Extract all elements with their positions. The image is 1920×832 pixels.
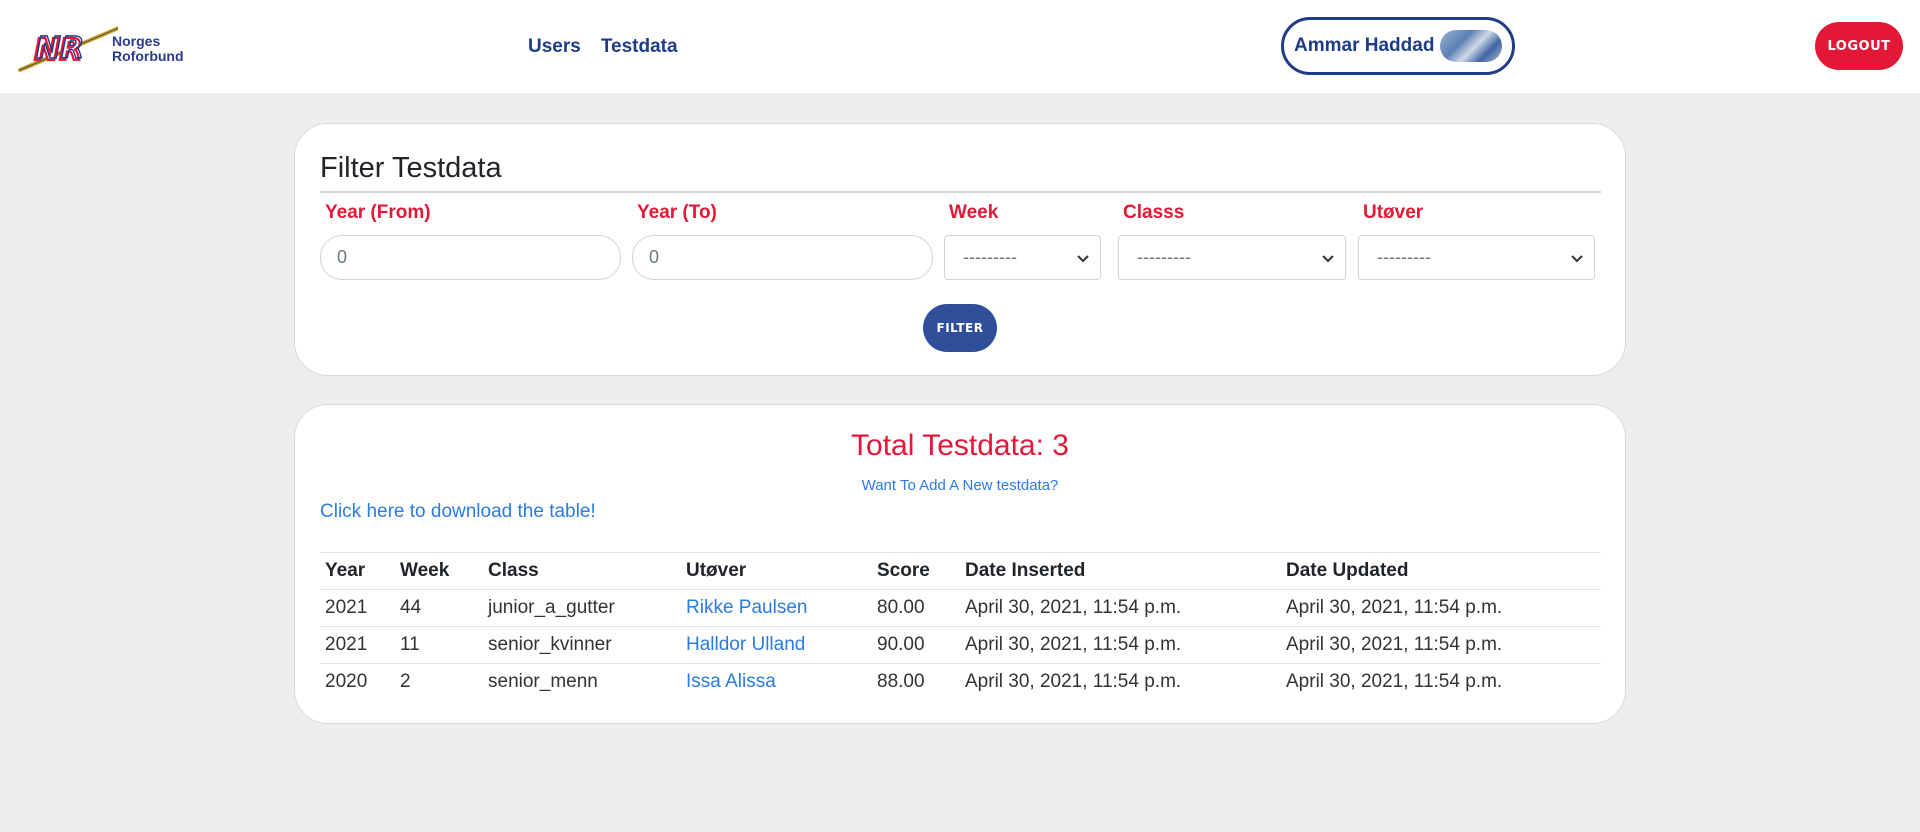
cell-date-updated: April 30, 2021, 11:54 p.m.: [1281, 589, 1601, 627]
oar-logo-icon: NR NR: [18, 26, 118, 72]
cell-year: 2020: [325, 671, 368, 693]
chevron-down-icon: [1571, 255, 1583, 263]
utover-link[interactable]: Halldor Ulland: [686, 634, 805, 655]
nav-link-testdata[interactable]: Testdata: [601, 36, 678, 58]
cell-score: 90.00: [872, 626, 960, 664]
column-header[interactable]: Week: [395, 552, 483, 590]
cell-date-inserted: April 30, 2021, 11:54 p.m.: [960, 589, 1281, 627]
cell-score: 80.00: [872, 589, 960, 627]
utover-group: Utøver ---------: [1358, 202, 1595, 280]
column-header[interactable]: Utøver: [681, 552, 872, 590]
year-to-input[interactable]: [632, 235, 933, 280]
filter-divider: [320, 191, 1601, 193]
cell-week: 44: [395, 589, 483, 627]
classs-group: Classs ---------: [1118, 202, 1346, 280]
column-header[interactable]: Date Updated: [1281, 552, 1601, 590]
table-row: 2020 2 senior_menn Issa Alissa 88.00 Apr…: [320, 664, 1601, 701]
utover-selected-value: ---------: [1377, 247, 1431, 267]
download-table-link[interactable]: Click here to download the table!: [320, 501, 596, 523]
cell-utover: Rikke Paulsen: [681, 589, 872, 627]
classs-select[interactable]: ---------: [1118, 235, 1346, 280]
column-header[interactable]: Score: [872, 552, 960, 590]
week-selected-value: ---------: [963, 247, 1017, 267]
cell-class: junior_a_gutter: [483, 589, 681, 627]
classs-selected-value: ---------: [1137, 247, 1191, 267]
week-label: Week: [949, 202, 999, 223]
avatar: [1440, 30, 1503, 62]
brand-name: Norges Roforbund: [112, 34, 184, 64]
utover-link[interactable]: Rikke Paulsen: [686, 597, 807, 618]
column-header[interactable]: Date Inserted: [960, 552, 1281, 590]
cell-year: 2021: [320, 626, 395, 664]
column-header[interactable]: Year: [320, 552, 395, 590]
year-from-input[interactable]: [320, 235, 621, 280]
brand-line-2: Roforbund: [112, 48, 184, 64]
cell-utover: Issa Alissa: [681, 664, 872, 701]
cell-date-inserted: April 30, 2021, 11:54 p.m.: [960, 626, 1281, 664]
main-nav: Users Testdata: [528, 36, 678, 58]
week-select[interactable]: ---------: [944, 235, 1101, 280]
classs-label: Classs: [1123, 202, 1185, 223]
cell-utover: Halldor Ulland: [681, 626, 872, 664]
chevron-down-icon: [1077, 255, 1089, 263]
brand-line-1: Norges: [112, 33, 161, 49]
cell-week: 2: [400, 671, 411, 693]
cell-date-updated: April 30, 2021, 11:54 p.m.: [1286, 671, 1503, 693]
cell-score: 88.00: [877, 671, 925, 693]
table-row: 2021 44 junior_a_gutter Rikke Paulsen 80…: [320, 589, 1601, 627]
cell-class: senior_kvinner: [483, 626, 681, 664]
utover-label: Utøver: [1363, 202, 1424, 223]
year-from-group: Year (From): [320, 202, 621, 280]
top-navbar: NR NR Norges Roforbund Users Testdata Am…: [0, 0, 1920, 93]
column-header[interactable]: Class: [483, 552, 681, 590]
testdata-table: Year Week Class Utøver Score Date Insert…: [320, 552, 1601, 701]
svg-text:NR: NR: [36, 31, 84, 66]
nav-link-users[interactable]: Users: [528, 36, 581, 58]
utover-select[interactable]: ---------: [1358, 235, 1595, 280]
user-name: Ammar Haddad: [1294, 35, 1435, 56]
cell-class: senior_menn: [488, 671, 598, 693]
year-to-label: Year (To): [637, 202, 717, 223]
cell-date-updated: April 30, 2021, 11:54 p.m.: [1281, 626, 1601, 664]
add-testdata-link-text[interactable]: Want To Add A New testdata?: [862, 477, 1059, 494]
week-group: Week ---------: [944, 202, 1101, 280]
table-row: 2021 11 senior_kvinner Halldor Ulland 90…: [320, 626, 1601, 664]
utover-link[interactable]: Issa Alissa: [686, 671, 776, 692]
cell-year: 2021: [320, 589, 395, 627]
add-testdata-link: Want To Add A New testdata?: [295, 477, 1625, 494]
chevron-down-icon: [1322, 255, 1334, 263]
user-profile-button[interactable]: Ammar Haddad: [1281, 17, 1515, 75]
total-count-title: Total Testdata: 3: [851, 429, 1069, 462]
brand-logo[interactable]: NR NR Norges Roforbund: [18, 18, 203, 74]
filter-card: Filter Testdata Year (From) Year (To) We…: [294, 123, 1626, 376]
filter-button[interactable]: FILTER: [923, 304, 997, 352]
year-to-group: Year (To): [632, 202, 933, 280]
filter-title: Filter Testdata: [320, 152, 502, 184]
logout-button[interactable]: LOGOUT: [1815, 22, 1903, 70]
results-card: Total Testdata: 3 Want To Add A New test…: [294, 404, 1626, 724]
table-header-row: Year Week Class Utøver Score Date Insert…: [320, 552, 1601, 590]
cell-date-inserted: April 30, 2021, 11:54 p.m.: [965, 671, 1182, 693]
cell-week: 11: [395, 626, 483, 664]
year-from-label: Year (From): [325, 202, 431, 223]
